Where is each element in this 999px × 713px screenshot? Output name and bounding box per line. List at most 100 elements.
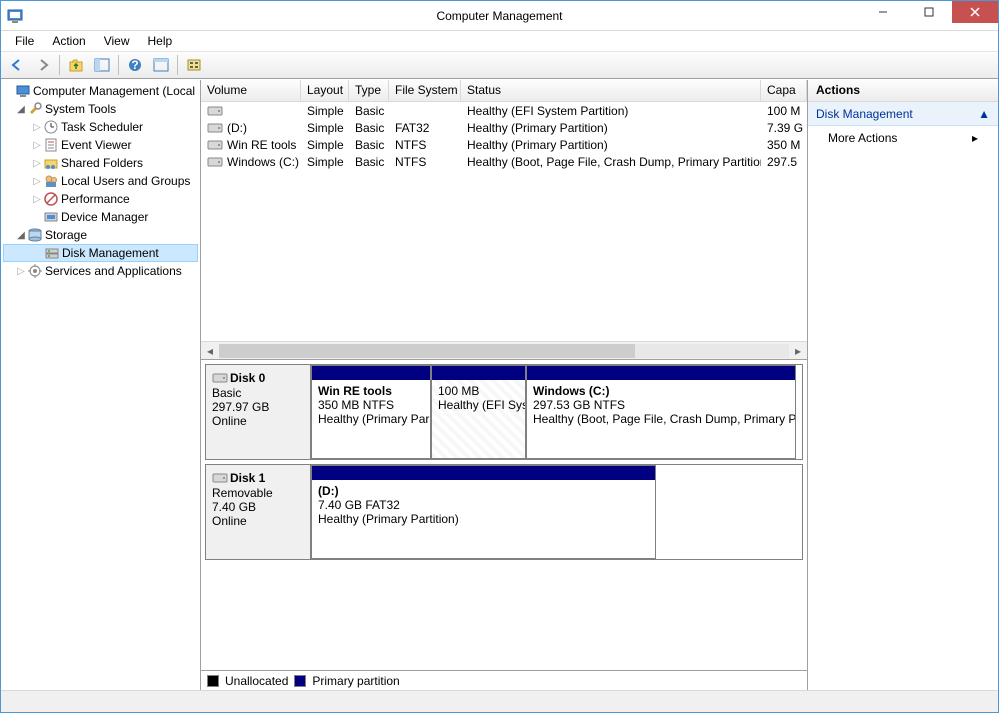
- window-frame: Computer Management File Action View Hel…: [0, 0, 999, 713]
- menu-view[interactable]: View: [96, 32, 138, 50]
- partition-body: (D:)7.40 GB FAT32Healthy (Primary Partit…: [312, 480, 655, 558]
- col-type[interactable]: Type: [349, 80, 389, 101]
- volume-cell-status: Healthy (Primary Partition): [461, 136, 761, 153]
- partition[interactable]: (D:)7.40 GB FAT32Healthy (Primary Partit…: [311, 465, 656, 559]
- volume-cell-cap: 297.5: [761, 153, 807, 170]
- tree-root[interactable]: Computer Management (Local: [3, 82, 198, 100]
- partition-header: [312, 466, 655, 480]
- tree-storage[interactable]: ◢ Storage: [3, 226, 198, 244]
- volume-cell-layout: Simple: [301, 136, 349, 153]
- volume-cell-cap: 100 M: [761, 102, 807, 119]
- volume-cell-fs: NTFS: [389, 136, 461, 153]
- partition-header: [312, 366, 430, 380]
- volume-cell-cap: 7.39 G: [761, 119, 807, 136]
- close-button[interactable]: [952, 1, 998, 23]
- clock-icon: [43, 119, 59, 135]
- tree-task-scheduler[interactable]: ▷ Task Scheduler: [3, 118, 198, 136]
- col-filesystem[interactable]: File System: [389, 80, 461, 101]
- storage-icon: [27, 227, 43, 243]
- shared-folder-icon: [43, 155, 59, 171]
- help-button[interactable]: ?: [123, 53, 147, 77]
- disk-row: Disk 1Removable7.40 GBOnline (D:)7.40 GB…: [205, 464, 803, 560]
- app-icon: [7, 8, 23, 24]
- partition-body: Windows (C:)297.53 GB NTFSHealthy (Boot,…: [527, 380, 795, 458]
- col-layout[interactable]: Layout: [301, 80, 349, 101]
- volume-row[interactable]: SimpleBasicHealthy (EFI System Partition…: [201, 102, 807, 119]
- disk-info[interactable]: Disk 0Basic297.97 GBOnline: [206, 365, 311, 459]
- volume-cell-layout: Simple: [301, 102, 349, 119]
- volume-cell-type: Basic: [349, 153, 389, 170]
- show-hide-tree-button[interactable]: [90, 53, 114, 77]
- tree-system-tools-label: System Tools: [45, 102, 116, 116]
- menu-action[interactable]: Action: [44, 32, 93, 50]
- partition[interactable]: Windows (C:)297.53 GB NTFSHealthy (Boot,…: [526, 365, 796, 459]
- volume-hscrollbar[interactable]: ◂ ▸: [201, 341, 807, 359]
- maximize-button[interactable]: [906, 1, 952, 23]
- forward-button[interactable]: [31, 53, 55, 77]
- disk-info[interactable]: Disk 1Removable7.40 GBOnline: [206, 465, 311, 559]
- scroll-left-icon[interactable]: ◂: [201, 342, 219, 360]
- volume-row[interactable]: Windows (C:)SimpleBasicNTFSHealthy (Boot…: [201, 153, 807, 170]
- svg-text:?: ?: [131, 58, 138, 72]
- tree-services[interactable]: ▷ Services and Applications: [3, 262, 198, 280]
- actions-more[interactable]: More Actions ▸: [808, 126, 998, 150]
- minimize-button[interactable]: [860, 1, 906, 23]
- tree-shared-folders-label: Shared Folders: [61, 156, 143, 170]
- tree-local-users[interactable]: ▷ Local Users and Groups: [3, 172, 198, 190]
- volume-cell-name: (D:): [201, 119, 301, 136]
- menu-file[interactable]: File: [7, 32, 42, 50]
- refresh-button[interactable]: [182, 53, 206, 77]
- back-button[interactable]: [5, 53, 29, 77]
- tree-disk-management[interactable]: Disk Management: [3, 244, 198, 262]
- tree-performance-label: Performance: [61, 192, 130, 206]
- tools-icon: [27, 101, 43, 117]
- tree-device-manager-label: Device Manager: [61, 210, 148, 224]
- partition[interactable]: 100 MBHealthy (EFI Sys: [431, 365, 526, 459]
- volume-cell-name: [201, 102, 301, 119]
- up-button[interactable]: [64, 53, 88, 77]
- volume-cell-status: Healthy (Primary Partition): [461, 119, 761, 136]
- tree-device-manager[interactable]: Device Manager: [3, 208, 198, 226]
- volume-list: Volume Layout Type File System Status Ca…: [201, 80, 807, 360]
- disk-row: Disk 0Basic297.97 GBOnlineWin RE tools35…: [205, 364, 803, 460]
- volume-grid-header: Volume Layout Type File System Status Ca…: [201, 80, 807, 102]
- disk-icon: [212, 372, 228, 386]
- tree-task-scheduler-label: Task Scheduler: [61, 120, 143, 134]
- tree-shared-folders[interactable]: ▷ Shared Folders: [3, 154, 198, 172]
- volume-cell-type: Basic: [349, 136, 389, 153]
- volume-cell-fs: FAT32: [389, 119, 461, 136]
- col-capacity[interactable]: Capa: [761, 80, 807, 101]
- disk-icon: [212, 472, 228, 486]
- volume-cell-cap: 350 M: [761, 136, 807, 153]
- col-status[interactable]: Status: [461, 80, 761, 101]
- volume-grid-body: SimpleBasicHealthy (EFI System Partition…: [201, 102, 807, 341]
- scroll-right-icon[interactable]: ▸: [789, 342, 807, 360]
- disk-partitions: Win RE tools350 MB NTFSHealthy (Primary …: [311, 365, 802, 459]
- window-title: Computer Management: [1, 9, 998, 23]
- volume-row[interactable]: (D:)SimpleBasicFAT32Healthy (Primary Par…: [201, 119, 807, 136]
- properties-button[interactable]: [149, 53, 173, 77]
- tree-pane: Computer Management (Local ◢ System Tool…: [1, 80, 201, 690]
- partition[interactable]: Win RE tools350 MB NTFSHealthy (Primary …: [311, 365, 431, 459]
- volume-cell-fs: [389, 102, 461, 119]
- volume-cell-name: Windows (C:): [201, 153, 301, 170]
- device-icon: [43, 209, 59, 225]
- scroll-thumb[interactable]: [219, 344, 635, 358]
- actions-pane: Actions Disk Management ▲ More Actions ▸: [808, 80, 998, 690]
- legend-primary-label: Primary partition: [312, 674, 399, 688]
- tree-event-viewer[interactable]: ▷ Event Viewer: [3, 136, 198, 154]
- legend: Unallocated Primary partition: [201, 670, 807, 690]
- tree-event-viewer-label: Event Viewer: [61, 138, 131, 152]
- col-volume[interactable]: Volume: [201, 80, 301, 101]
- volume-cell-status: Healthy (Boot, Page File, Crash Dump, Pr…: [461, 153, 761, 170]
- collapse-icon: ▲: [978, 107, 990, 121]
- volume-cell-fs: NTFS: [389, 153, 461, 170]
- volume-row[interactable]: Win RE toolsSimpleBasicNTFSHealthy (Prim…: [201, 136, 807, 153]
- menu-help[interactable]: Help: [140, 32, 181, 50]
- services-icon: [27, 263, 43, 279]
- actions-section[interactable]: Disk Management ▲: [808, 102, 998, 126]
- tree-system-tools[interactable]: ◢ System Tools: [3, 100, 198, 118]
- actions-section-label: Disk Management: [816, 107, 913, 121]
- tree-performance[interactable]: ▷ Performance: [3, 190, 198, 208]
- tree-disk-management-label: Disk Management: [62, 246, 159, 260]
